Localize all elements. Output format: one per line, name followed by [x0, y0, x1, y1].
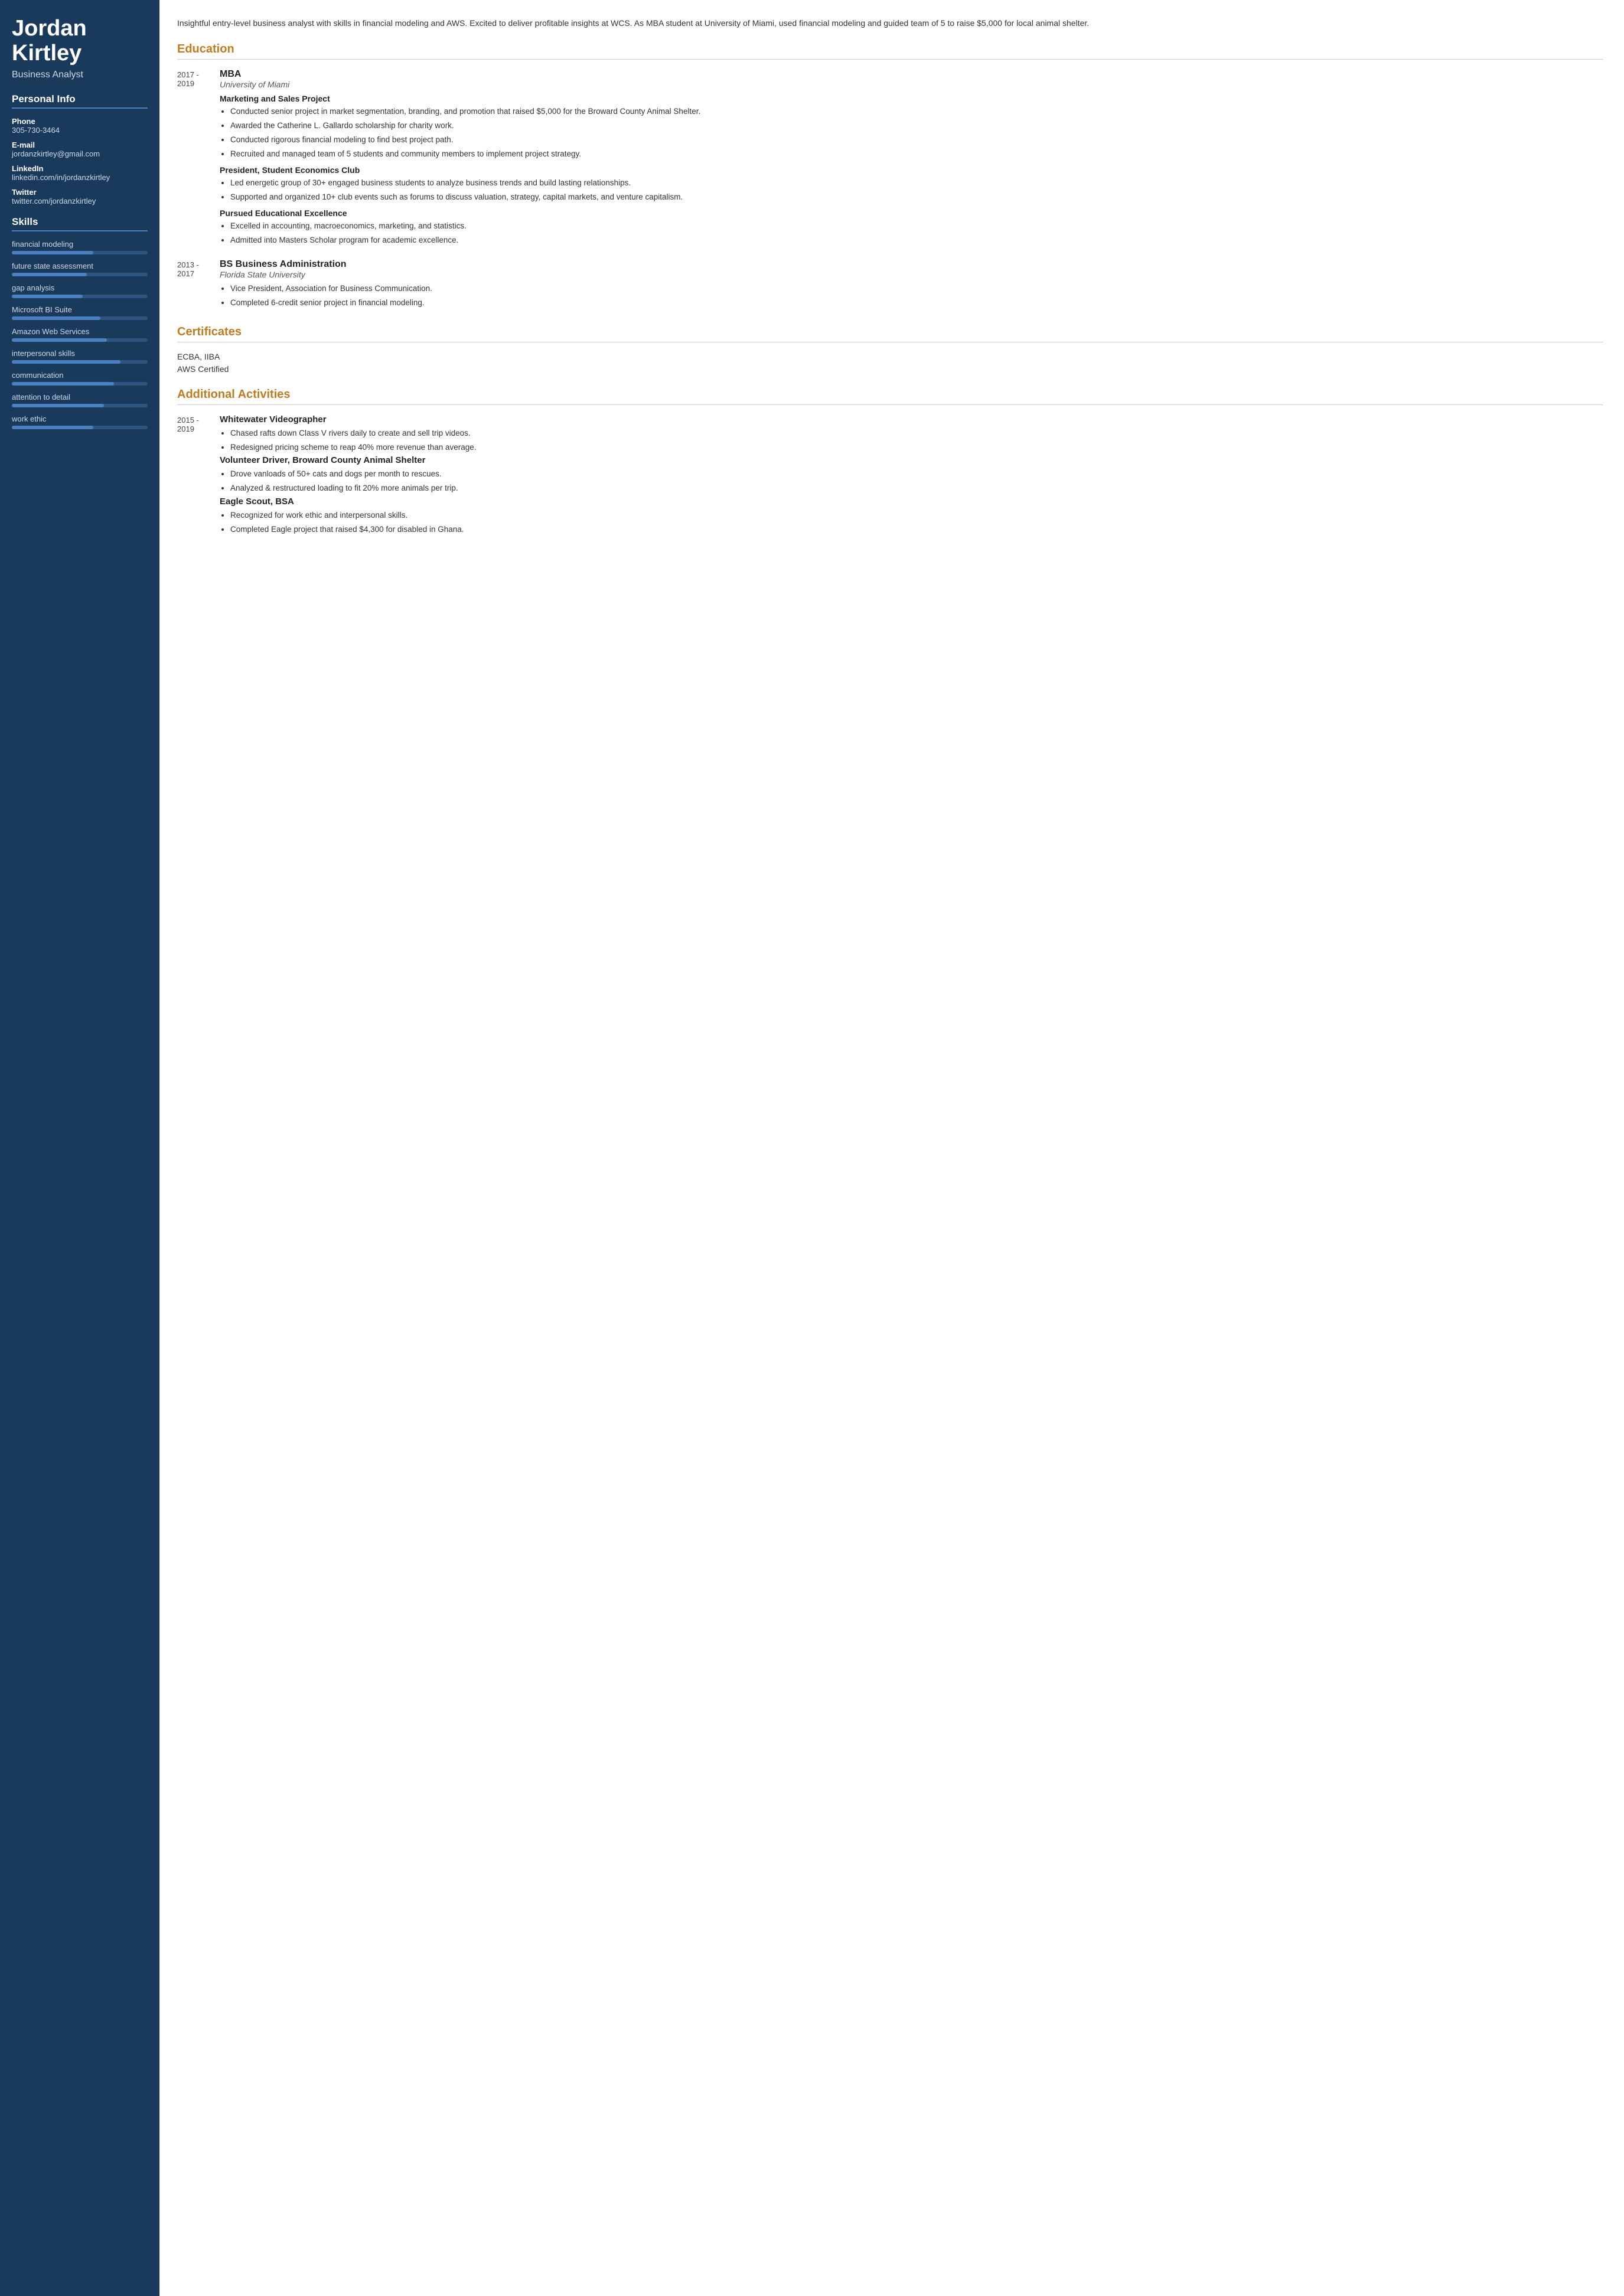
- edu-degree: BS Business Administration: [220, 259, 1603, 270]
- education-section: Education 2017 - 2019MBAUniversity of Mi…: [177, 43, 1603, 311]
- skill-bar: [12, 426, 148, 429]
- activity-sub-title: Eagle Scout, BSA: [220, 497, 1603, 507]
- edu-sub-title: Marketing and Sales Project: [220, 94, 1603, 103]
- skill-item: attention to detail: [12, 393, 148, 407]
- personal-info-label: LinkedIn: [12, 164, 148, 173]
- activities-heading: Additional Activities: [177, 388, 1603, 405]
- edu-bullets: Led energetic group of 30+ engaged busin…: [220, 177, 1603, 204]
- education-entry: 2017 - 2019MBAUniversity of Miami Marketi…: [177, 69, 1603, 248]
- activity-bullets: Drove vanloads of 50+ cats and dogs per …: [220, 468, 1603, 495]
- personal-info-value: 305-730-3464: [12, 126, 148, 135]
- edu-bullet-item: Supported and organized 10+ club events …: [230, 191, 1603, 204]
- skill-item: work ethic: [12, 414, 148, 429]
- edu-dates: 2013 - 2017: [177, 259, 220, 311]
- edu-bullets: Conducted senior project in market segme…: [220, 106, 1603, 161]
- skill-item: gap analysis: [12, 283, 148, 298]
- edu-school: Florida State University: [220, 270, 1603, 279]
- personal-info-item: Twitter twitter.com/jordanzkirtley: [12, 188, 148, 205]
- edu-bullet-item: Led energetic group of 30+ engaged busin…: [230, 177, 1603, 190]
- certificate-item: AWS Certified: [177, 364, 1603, 374]
- edu-content: MBAUniversity of Miami Marketing and Sale…: [220, 69, 1603, 248]
- certificates-section: Certificates ECBA, IIBA AWS Certified: [177, 325, 1603, 374]
- activity-dates: 2015 - 2019: [177, 414, 220, 538]
- certificates-heading: Certificates: [177, 325, 1603, 342]
- skill-item: Microsoft BI Suite: [12, 305, 148, 320]
- skill-bar: [12, 316, 148, 320]
- skill-bar: [12, 360, 148, 364]
- skill-name: communication: [12, 371, 148, 380]
- personal-info-label: Phone: [12, 117, 148, 126]
- personal-info-value: linkedin.com/in/jordanzkirtley: [12, 173, 148, 182]
- personal-info-item: E-mail jordanzkirtley@gmail.com: [12, 141, 148, 158]
- activity-bullet-item: Recognized for work ethic and interperso…: [230, 510, 1603, 522]
- activity-sub-title: Whitewater Videographer: [220, 414, 1603, 424]
- activity-sub-title: Volunteer Driver, Broward County Animal …: [220, 455, 1603, 465]
- skill-item: interpersonal skills: [12, 349, 148, 364]
- personal-info-label: Twitter: [12, 188, 148, 197]
- edu-degree: MBA: [220, 69, 1603, 80]
- edu-bullet-item: Conducted rigorous financial modeling to…: [230, 134, 1603, 146]
- summary-text: Insightful entry-level business analyst …: [177, 17, 1603, 30]
- skill-bar: [12, 273, 148, 276]
- skill-name: Microsoft BI Suite: [12, 305, 148, 314]
- edu-bullet-item: Recruited and managed team of 5 students…: [230, 148, 1603, 161]
- education-heading: Education: [177, 43, 1603, 60]
- edu-bullet-item: Admitted into Masters Scholar program fo…: [230, 234, 1603, 247]
- skill-name: future state assessment: [12, 262, 148, 270]
- edu-bullet-item: Excelled in accounting, macroeconomics, …: [230, 220, 1603, 233]
- skills-list: financial modeling future state assessme…: [12, 240, 148, 429]
- edu-sub-title: Pursued Educational Excellence: [220, 208, 1603, 218]
- activity-bullets: Recognized for work ethic and interperso…: [220, 510, 1603, 536]
- activity-bullet-item: Redesigned pricing scheme to reap 40% mo…: [230, 442, 1603, 454]
- edu-bullet-item: Vice President, Association for Business…: [230, 283, 1603, 295]
- activity-bullet-item: Chased rafts down Class V rivers daily t…: [230, 427, 1603, 440]
- activity-entry: 2015 - 2019Whitewater Videographer Chased…: [177, 414, 1603, 538]
- skill-item: communication: [12, 371, 148, 386]
- activities-section: Additional Activities 2015 - 2019Whitewa…: [177, 388, 1603, 538]
- skill-item: financial modeling: [12, 240, 148, 254]
- skill-name: financial modeling: [12, 240, 148, 249]
- edu-school: University of Miami: [220, 80, 1603, 89]
- skill-name: attention to detail: [12, 393, 148, 401]
- activity-bullet-item: Drove vanloads of 50+ cats and dogs per …: [230, 468, 1603, 481]
- activity-bullet-item: Completed Eagle project that raised $4,3…: [230, 524, 1603, 536]
- edu-bullet-item: Completed 6-credit senior project in fin…: [230, 297, 1603, 309]
- skills-heading: Skills: [12, 216, 148, 231]
- skill-name: Amazon Web Services: [12, 327, 148, 336]
- main-content: Insightful entry-level business analyst …: [159, 0, 1624, 2296]
- activity-content: Whitewater Videographer Chased rafts down…: [220, 414, 1603, 538]
- skill-bar: [12, 295, 148, 298]
- edu-bullets: Vice President, Association for Business…: [220, 283, 1603, 309]
- activity-bullet-item: Analyzed & restructured loading to fit 2…: [230, 482, 1603, 495]
- skill-name: work ethic: [12, 414, 148, 423]
- skill-item: Amazon Web Services: [12, 327, 148, 342]
- skill-bar: [12, 251, 148, 254]
- edu-dates: 2017 - 2019: [177, 69, 220, 248]
- candidate-name: Jordan Kirtley: [12, 17, 148, 66]
- personal-info-heading: Personal Info: [12, 93, 148, 109]
- edu-bullet-item: Conducted senior project in market segme…: [230, 106, 1603, 118]
- skill-bar: [12, 382, 148, 386]
- skill-bar: [12, 404, 148, 407]
- skill-item: future state assessment: [12, 262, 148, 276]
- education-entry: 2013 - 2017BS Business AdministrationFlo…: [177, 259, 1603, 311]
- skill-name: gap analysis: [12, 283, 148, 292]
- edu-content: BS Business AdministrationFlorida State …: [220, 259, 1603, 311]
- edu-bullets: Excelled in accounting, macroeconomics, …: [220, 220, 1603, 247]
- personal-info-value: jordanzkirtley@gmail.com: [12, 149, 148, 158]
- personal-info-value: twitter.com/jordanzkirtley: [12, 197, 148, 205]
- edu-bullet-item: Awarded the Catherine L. Gallardo schola…: [230, 120, 1603, 132]
- personal-info-label: E-mail: [12, 141, 148, 149]
- personal-info-list: Phone 305-730-3464 E-mail jordanzkirtley@…: [12, 117, 148, 205]
- edu-sub-title: President, Student Economics Club: [220, 165, 1603, 175]
- personal-info-item: Phone 305-730-3464: [12, 117, 148, 135]
- activity-bullets: Chased rafts down Class V rivers daily t…: [220, 427, 1603, 454]
- skill-bar: [12, 338, 148, 342]
- sidebar: Jordan Kirtley Business Analyst Personal…: [0, 0, 159, 2296]
- personal-info-item: LinkedIn linkedin.com/in/jordanzkirtley: [12, 164, 148, 182]
- skill-name: interpersonal skills: [12, 349, 148, 358]
- candidate-title: Business Analyst: [12, 70, 148, 80]
- certificate-item: ECBA, IIBA: [177, 352, 1603, 361]
